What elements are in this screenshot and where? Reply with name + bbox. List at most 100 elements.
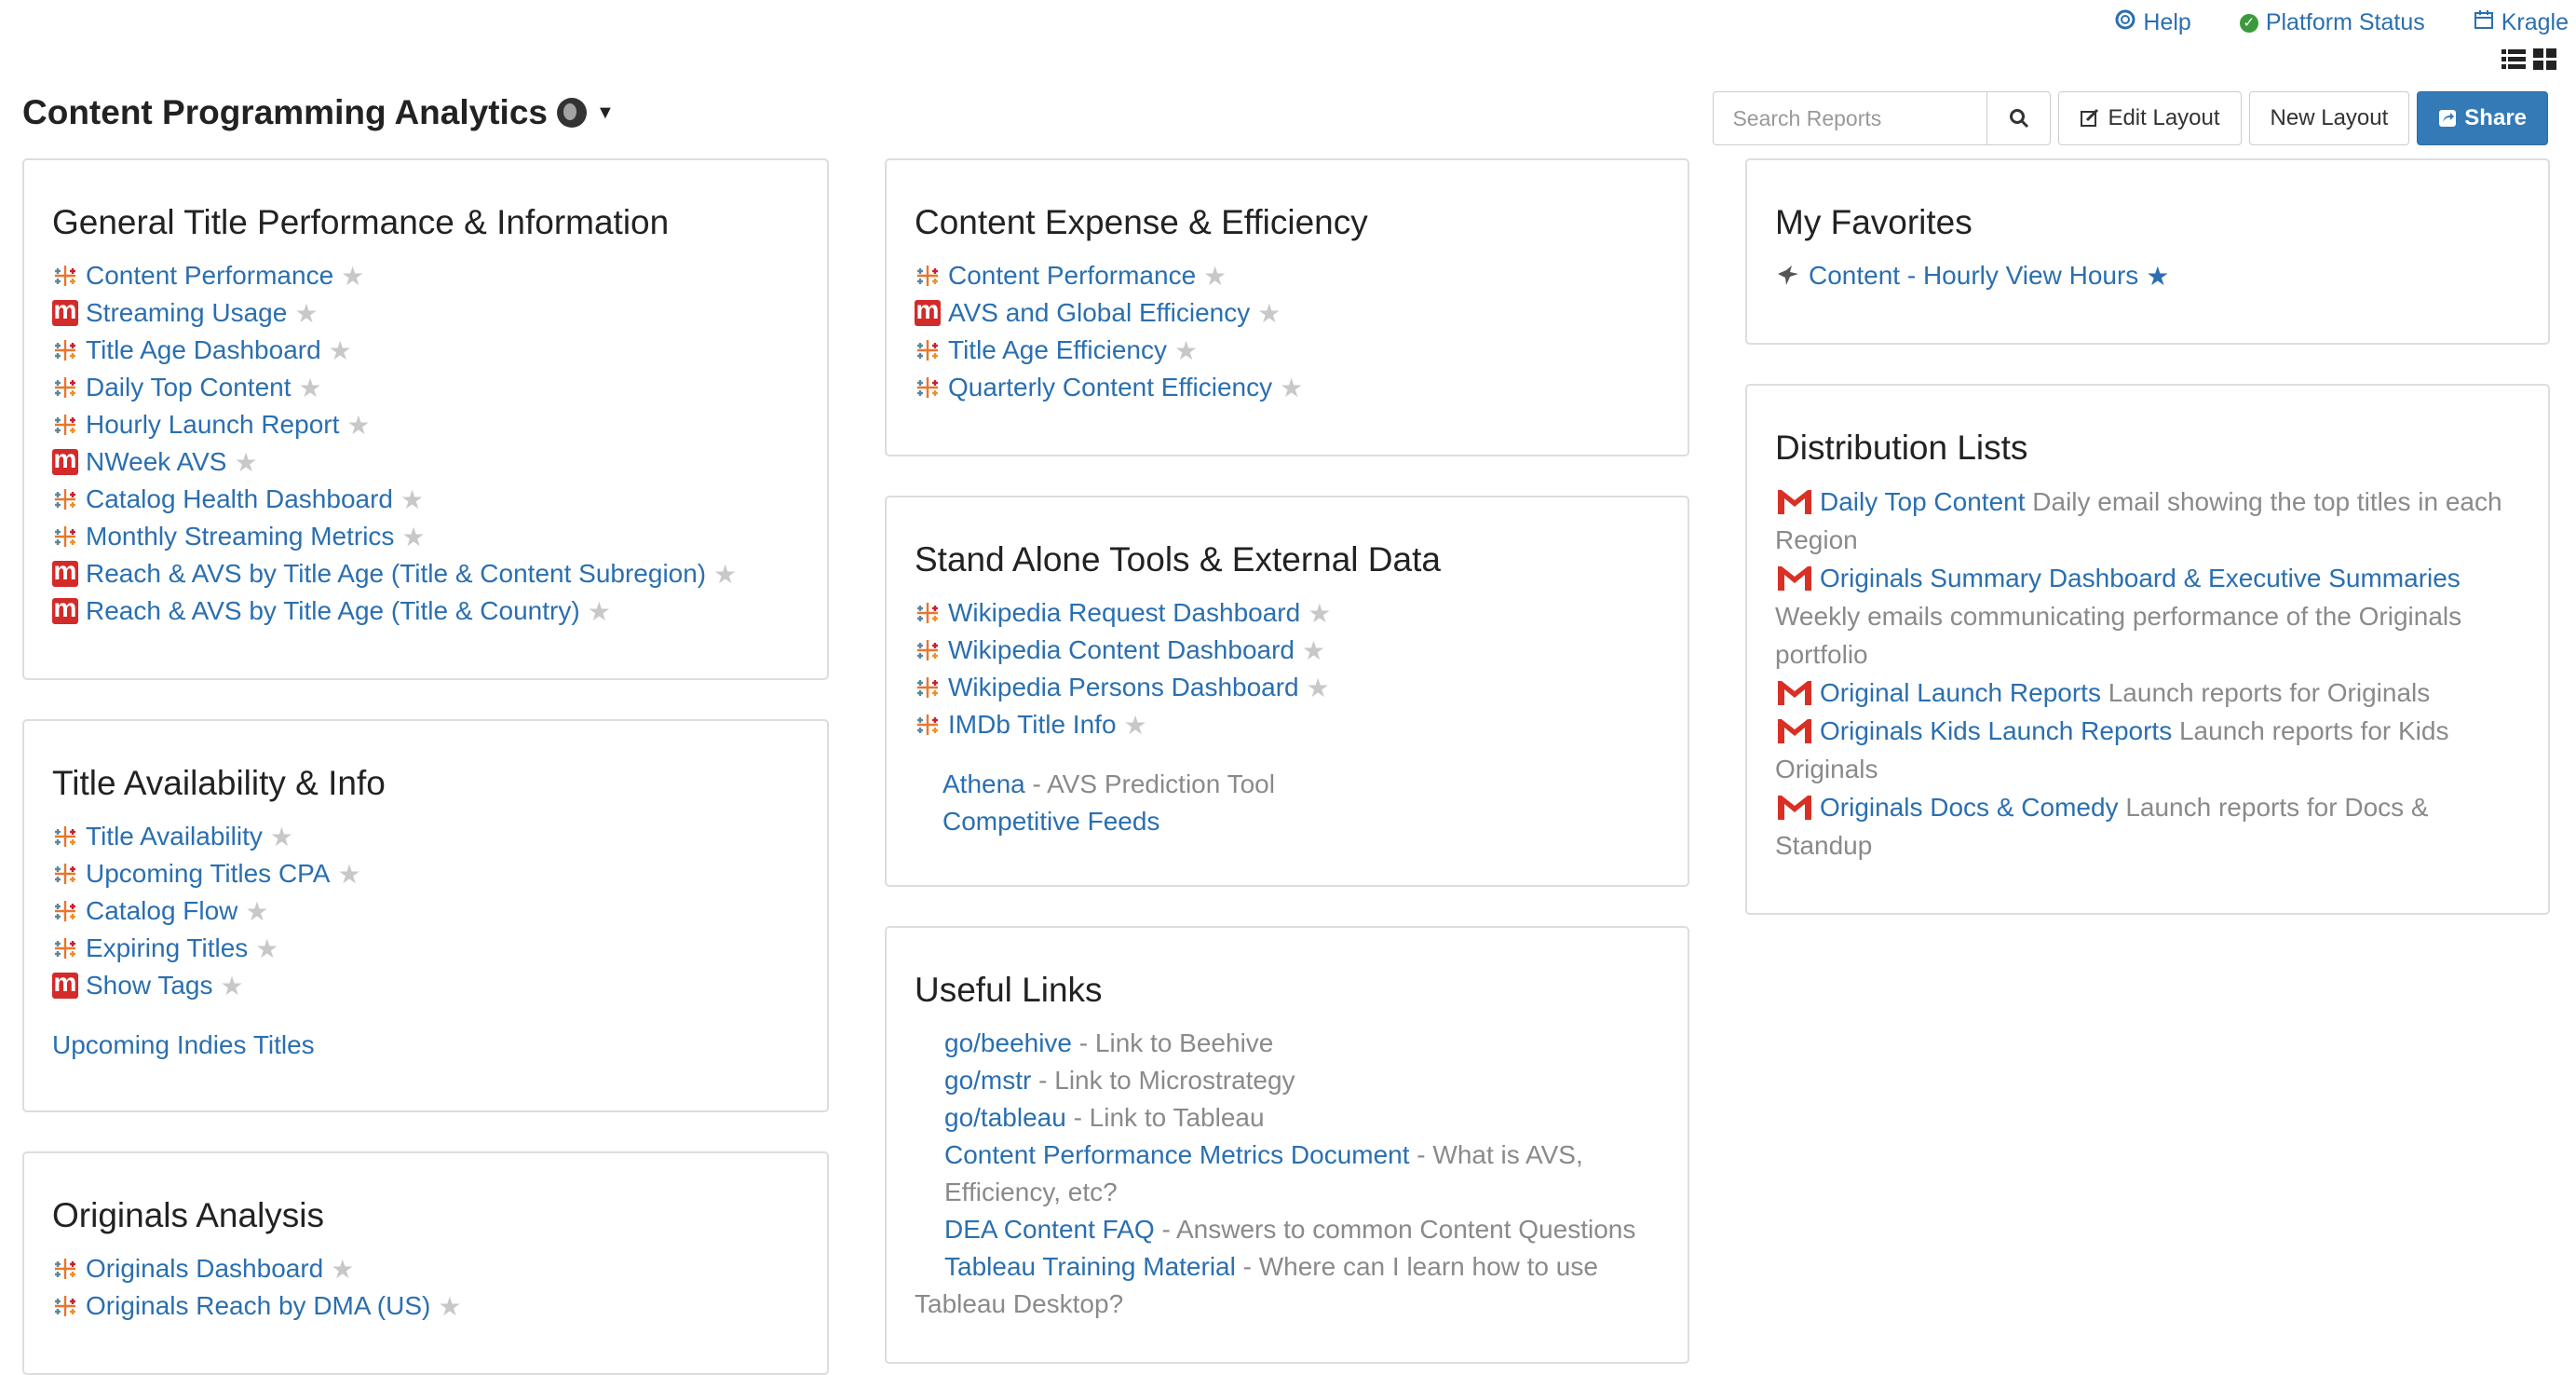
distribution-link[interactable]: Originals Docs & Comedy	[1820, 793, 2119, 822]
report-item[interactable]: Catalog Health Dashboard ★	[52, 481, 799, 518]
upcoming-indies-link[interactable]: Upcoming Indies Titles	[52, 1030, 315, 1059]
report-link[interactable]: Title Availability	[86, 822, 263, 851]
report-item[interactable]: Reach & AVS by Title Age (Title & Conten…	[52, 555, 799, 592]
search-button[interactable]	[1987, 91, 2052, 145]
distribution-link[interactable]: Daily Top Content	[1820, 487, 2026, 516]
report-item[interactable]: Streaming Usage★	[52, 294, 799, 332]
star-icon[interactable]: ★	[1203, 261, 1227, 292]
list-view-icon[interactable]	[2501, 47, 2526, 71]
report-link[interactable]: Daily Top Content	[86, 373, 291, 402]
useful-link[interactable]: go/tableau	[944, 1103, 1066, 1132]
report-item[interactable]: Wikipedia Persons Dashboard ★	[915, 669, 1660, 706]
edit-layout-button[interactable]: Edit Layout	[2058, 91, 2242, 145]
report-item[interactable]: NWeek AVS ★	[52, 443, 799, 481]
kragle-link[interactable]: Kragle	[2474, 9, 2569, 36]
report-item[interactable]: Originals Reach by DMA (US) ★	[52, 1287, 799, 1325]
star-icon[interactable]: ★	[1257, 298, 1281, 329]
star-icon[interactable]: ★	[1280, 373, 1303, 403]
report-item[interactable]: Hourly Launch Report ★	[52, 406, 799, 443]
report-link[interactable]: Content Performance	[948, 261, 1196, 291]
report-item[interactable]: Content Performance ★	[52, 257, 799, 294]
report-link[interactable]: Reach & AVS by Title Age (Title & Conten…	[86, 559, 706, 589]
report-link[interactable]: Title Age Efficiency	[948, 335, 1167, 365]
search-input[interactable]	[1713, 91, 1988, 145]
report-item[interactable]: Title Age Efficiency ★	[915, 332, 1660, 369]
report-link[interactable]: Catalog Health Dashboard	[86, 484, 393, 514]
platform-status-link[interactable]: ✓ Platform Status	[2239, 9, 2425, 36]
star-icon[interactable]: ★	[588, 596, 611, 627]
report-link[interactable]: NWeek AVS	[86, 447, 226, 477]
report-item[interactable]: Quarterly Content Efficiency ★	[915, 369, 1660, 406]
star-icon[interactable]: ★	[245, 896, 268, 927]
star-icon[interactable]: ★	[1302, 635, 1325, 666]
report-link[interactable]: Content Performance	[86, 261, 333, 291]
report-item[interactable]: Monthly Streaming Metrics ★	[52, 518, 799, 555]
share-button[interactable]: Share	[2417, 91, 2548, 145]
report-link[interactable]: AVS and Global Efficiency	[948, 298, 1250, 328]
star-icon[interactable]: ★	[329, 335, 352, 366]
report-item[interactable]: Title Availability ★	[52, 818, 799, 855]
new-layout-button[interactable]: New Layout	[2248, 91, 2410, 145]
grid-view-icon[interactable]	[2533, 47, 2557, 71]
report-item[interactable]: AVS and Global Efficiency★	[915, 294, 1660, 332]
report-link[interactable]: Quarterly Content Efficiency	[948, 373, 1272, 402]
report-item[interactable]: Wikipedia Request Dashboard ★	[915, 594, 1660, 632]
report-link[interactable]: Streaming Usage	[86, 298, 287, 328]
star-icon[interactable]: ★	[713, 559, 737, 590]
star-icon[interactable]: ★	[1124, 710, 1147, 741]
report-link[interactable]: Content - Hourly View Hours	[1809, 261, 2138, 291]
distribution-link[interactable]: Originals Summary Dashboard & Executive …	[1820, 564, 2461, 592]
report-link[interactable]: IMDb Title Info	[948, 710, 1117, 740]
star-icon[interactable]: ★	[255, 933, 278, 964]
report-link[interactable]: Monthly Streaming Metrics	[86, 522, 394, 551]
competitive-feeds-link[interactable]: Competitive Feeds	[942, 807, 1159, 836]
help-link[interactable]: Help	[2115, 9, 2191, 36]
useful-link[interactable]: go/mstr	[944, 1066, 1031, 1095]
report-item[interactable]: Content - Hourly View Hours ★	[1775, 257, 2520, 294]
star-icon[interactable]: ★	[400, 484, 424, 515]
star-icon[interactable]: ★	[299, 373, 322, 403]
page-title-dropdown[interactable]: Content Programming Analytics ▼	[22, 93, 615, 132]
useful-link[interactable]: Tableau Training Material	[944, 1252, 1236, 1281]
report-link[interactable]: Originals Reach by DMA (US)	[86, 1291, 430, 1321]
report-item[interactable]: Catalog Flow ★	[52, 892, 799, 930]
star-icon[interactable]: ★	[234, 447, 257, 478]
star-icon[interactable]: ★	[2146, 261, 2169, 292]
report-item[interactable]: IMDb Title Info ★	[915, 706, 1660, 743]
star-icon[interactable]: ★	[341, 261, 364, 292]
report-item[interactable]: Show Tags ★	[52, 967, 799, 1004]
star-icon[interactable]: ★	[1308, 598, 1331, 629]
report-link[interactable]: Hourly Launch Report	[86, 410, 339, 440]
report-item[interactable]: Daily Top Content ★	[52, 369, 799, 406]
report-link[interactable]: Wikipedia Content Dashboard	[948, 635, 1295, 665]
star-icon[interactable]: ★	[401, 522, 425, 552]
star-icon[interactable]: ★	[337, 859, 360, 890]
star-icon[interactable]: ★	[346, 410, 370, 441]
report-link[interactable]: Catalog Flow	[86, 896, 237, 926]
useful-link[interactable]: go/beehive	[944, 1028, 1072, 1057]
star-icon[interactable]: ★	[220, 971, 243, 1001]
athena-link[interactable]: Athena	[942, 769, 1025, 798]
report-link[interactable]: Upcoming Titles CPA	[86, 859, 330, 889]
report-link[interactable]: Wikipedia Persons Dashboard	[948, 673, 1299, 702]
distribution-link[interactable]: Originals Kids Launch Reports	[1820, 716, 2172, 745]
report-link[interactable]: Reach & AVS by Title Age (Title & Countr…	[86, 596, 580, 626]
star-icon[interactable]: ★	[1174, 335, 1198, 366]
star-icon[interactable]: ★	[294, 298, 318, 329]
report-item[interactable]: Title Age Dashboard ★	[52, 332, 799, 369]
report-item[interactable]: Expiring Titles ★	[52, 930, 799, 967]
report-item[interactable]: Wikipedia Content Dashboard ★	[915, 632, 1660, 669]
report-item[interactable]: Originals Dashboard ★	[52, 1250, 799, 1287]
useful-link[interactable]: Content Performance Metrics Document	[944, 1140, 1410, 1169]
report-link[interactable]: Title Age Dashboard	[86, 335, 321, 365]
report-item[interactable]: Reach & AVS by Title Age (Title & Countr…	[52, 592, 799, 630]
star-icon[interactable]: ★	[438, 1291, 461, 1322]
distribution-link[interactable]: Original Launch Reports	[1820, 678, 2101, 707]
star-icon[interactable]: ★	[270, 822, 293, 852]
report-link[interactable]: Originals Dashboard	[86, 1254, 323, 1284]
report-item[interactable]: Upcoming Titles CPA ★	[52, 855, 799, 892]
report-link[interactable]: Show Tags	[86, 971, 212, 1001]
report-link[interactable]: Wikipedia Request Dashboard	[948, 598, 1300, 628]
star-icon[interactable]: ★	[331, 1254, 354, 1285]
report-link[interactable]: Expiring Titles	[86, 933, 248, 963]
